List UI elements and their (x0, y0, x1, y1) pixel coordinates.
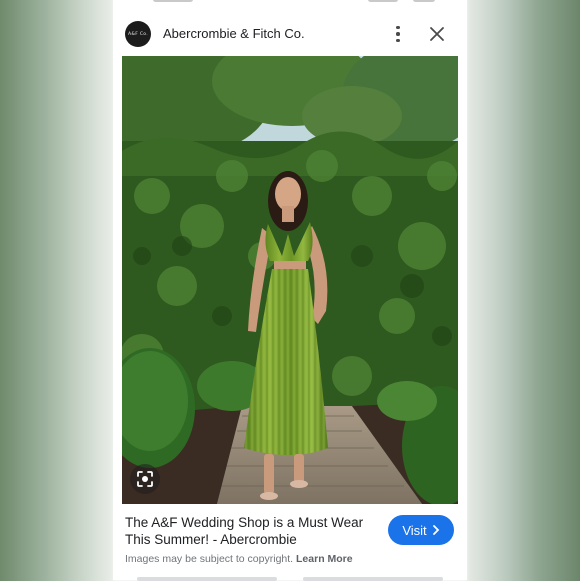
lens-icon[interactable] (130, 464, 160, 494)
copyright-notice: Images may be subject to copyright. Lear… (125, 553, 353, 565)
image-preview-panel: A&F Co. Abercrombie & Fitch Co. The A&F … (113, 0, 467, 581)
chevron-right-icon (432, 525, 439, 535)
copyright-text: Images may be subject to copyright. (125, 553, 294, 565)
preview-image[interactable] (122, 56, 458, 504)
close-icon[interactable] (427, 24, 447, 44)
visit-button[interactable]: Visit (388, 515, 454, 545)
status-bar (113, 0, 467, 6)
learn-more-link[interactable]: Learn More (296, 553, 353, 565)
site-logo[interactable]: A&F Co. (125, 21, 151, 47)
dress-photo (122, 56, 458, 504)
more-vert-icon[interactable] (389, 22, 407, 46)
result-title[interactable]: The A&F Wedding Shop is a Must Wear This… (125, 514, 381, 548)
logo-text: A&F Co. (128, 31, 148, 37)
visit-label: Visit (402, 522, 427, 538)
source-header: A&F Co. Abercrombie & Fitch Co. (113, 14, 467, 54)
site-name[interactable]: Abercrombie & Fitch Co. (163, 26, 305, 41)
